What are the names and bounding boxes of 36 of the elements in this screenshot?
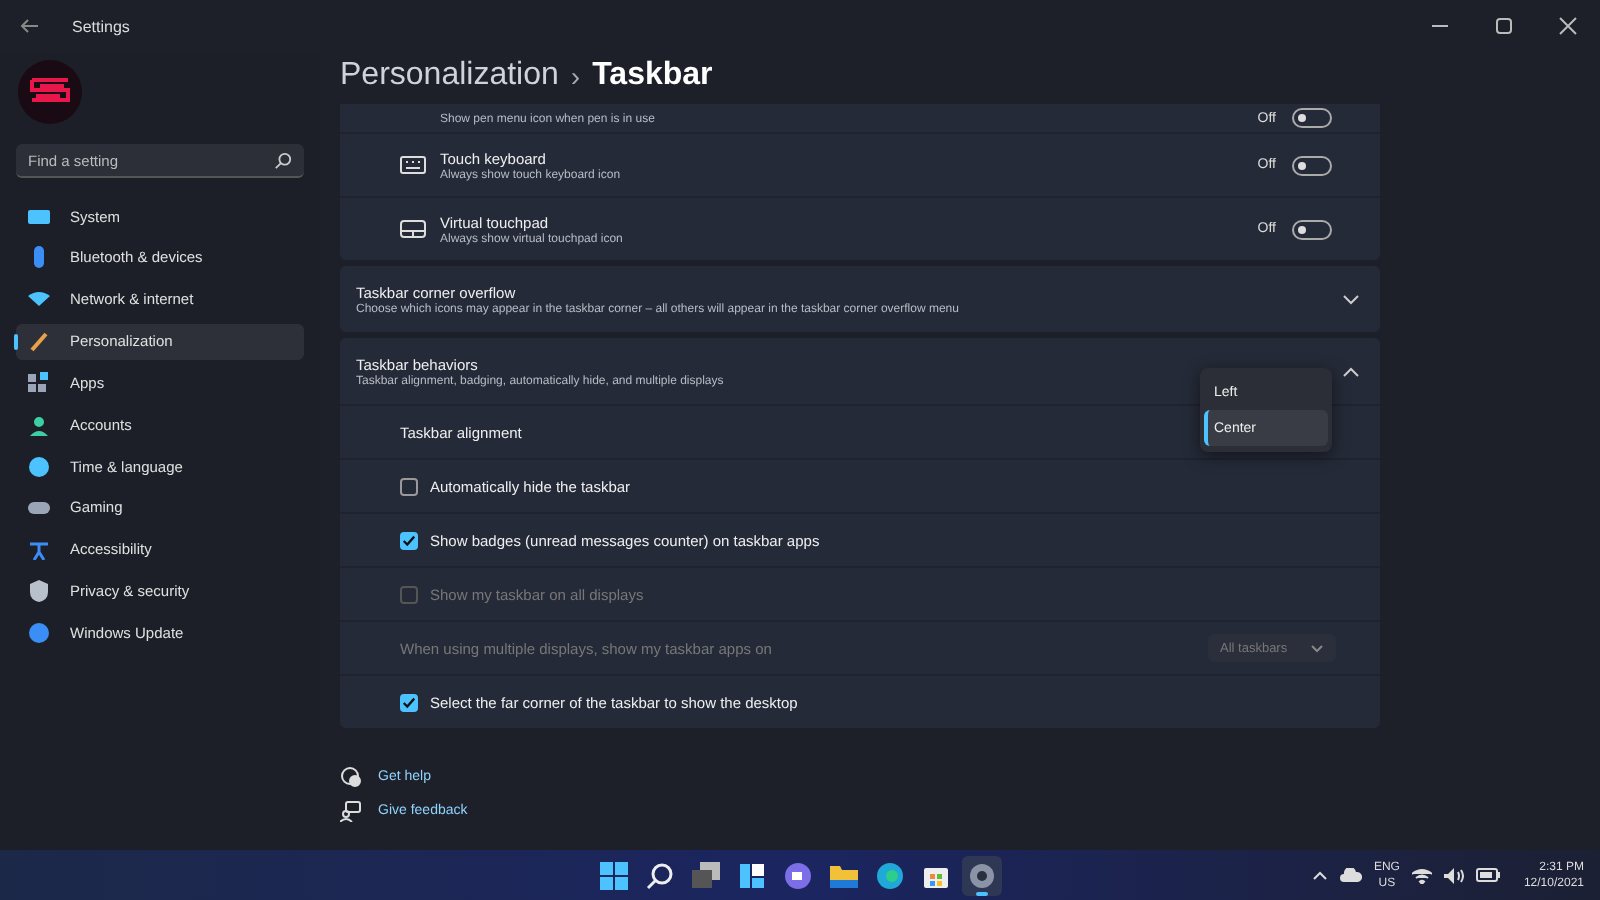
checkbox[interactable] [400, 531, 418, 549]
checkbox[interactable] [400, 477, 418, 495]
toggle-switch[interactable] [1292, 108, 1332, 128]
speaker-icon[interactable] [1443, 867, 1464, 883]
checkbox[interactable] [400, 693, 418, 711]
chevron-icon[interactable] [1342, 365, 1360, 377]
touchpad-icon [400, 218, 426, 240]
close-icon[interactable] [1558, 16, 1578, 36]
wifi-icon[interactable] [1411, 867, 1432, 883]
wifi-icon [28, 288, 50, 311]
maximize-icon[interactable] [1494, 16, 1514, 36]
search-icon [274, 152, 292, 170]
apps-icon [28, 371, 50, 394]
chevron-down-icon [1310, 643, 1324, 653]
page-title: Taskbar [592, 58, 713, 94]
person-icon [28, 413, 50, 436]
feedback-icon [340, 800, 362, 822]
bluetooth-icon [28, 246, 50, 269]
brush-icon [28, 330, 50, 353]
breadcrumb-parent[interactable]: Personalization [340, 58, 559, 94]
settings-taskbar-icon[interactable] [962, 855, 1002, 895]
battery-icon[interactable] [1475, 868, 1500, 882]
monitor-icon [28, 205, 50, 227]
toggle-switch[interactable] [1292, 219, 1332, 239]
avatar-logo-icon [18, 60, 82, 124]
chevron-icon[interactable] [1342, 293, 1360, 305]
help-icon [340, 766, 362, 788]
window-title: Settings [72, 17, 130, 35]
back-arrow-icon[interactable] [20, 18, 40, 34]
chevron-up-icon[interactable] [1311, 870, 1328, 880]
toggle-switch[interactable] [1292, 155, 1332, 175]
shield-icon [28, 580, 50, 603]
cloud-icon[interactable] [1339, 868, 1362, 882]
accessibility-icon [28, 538, 50, 561]
breadcrumb-separator: › [570, 60, 581, 92]
keyboard-icon [400, 154, 426, 176]
